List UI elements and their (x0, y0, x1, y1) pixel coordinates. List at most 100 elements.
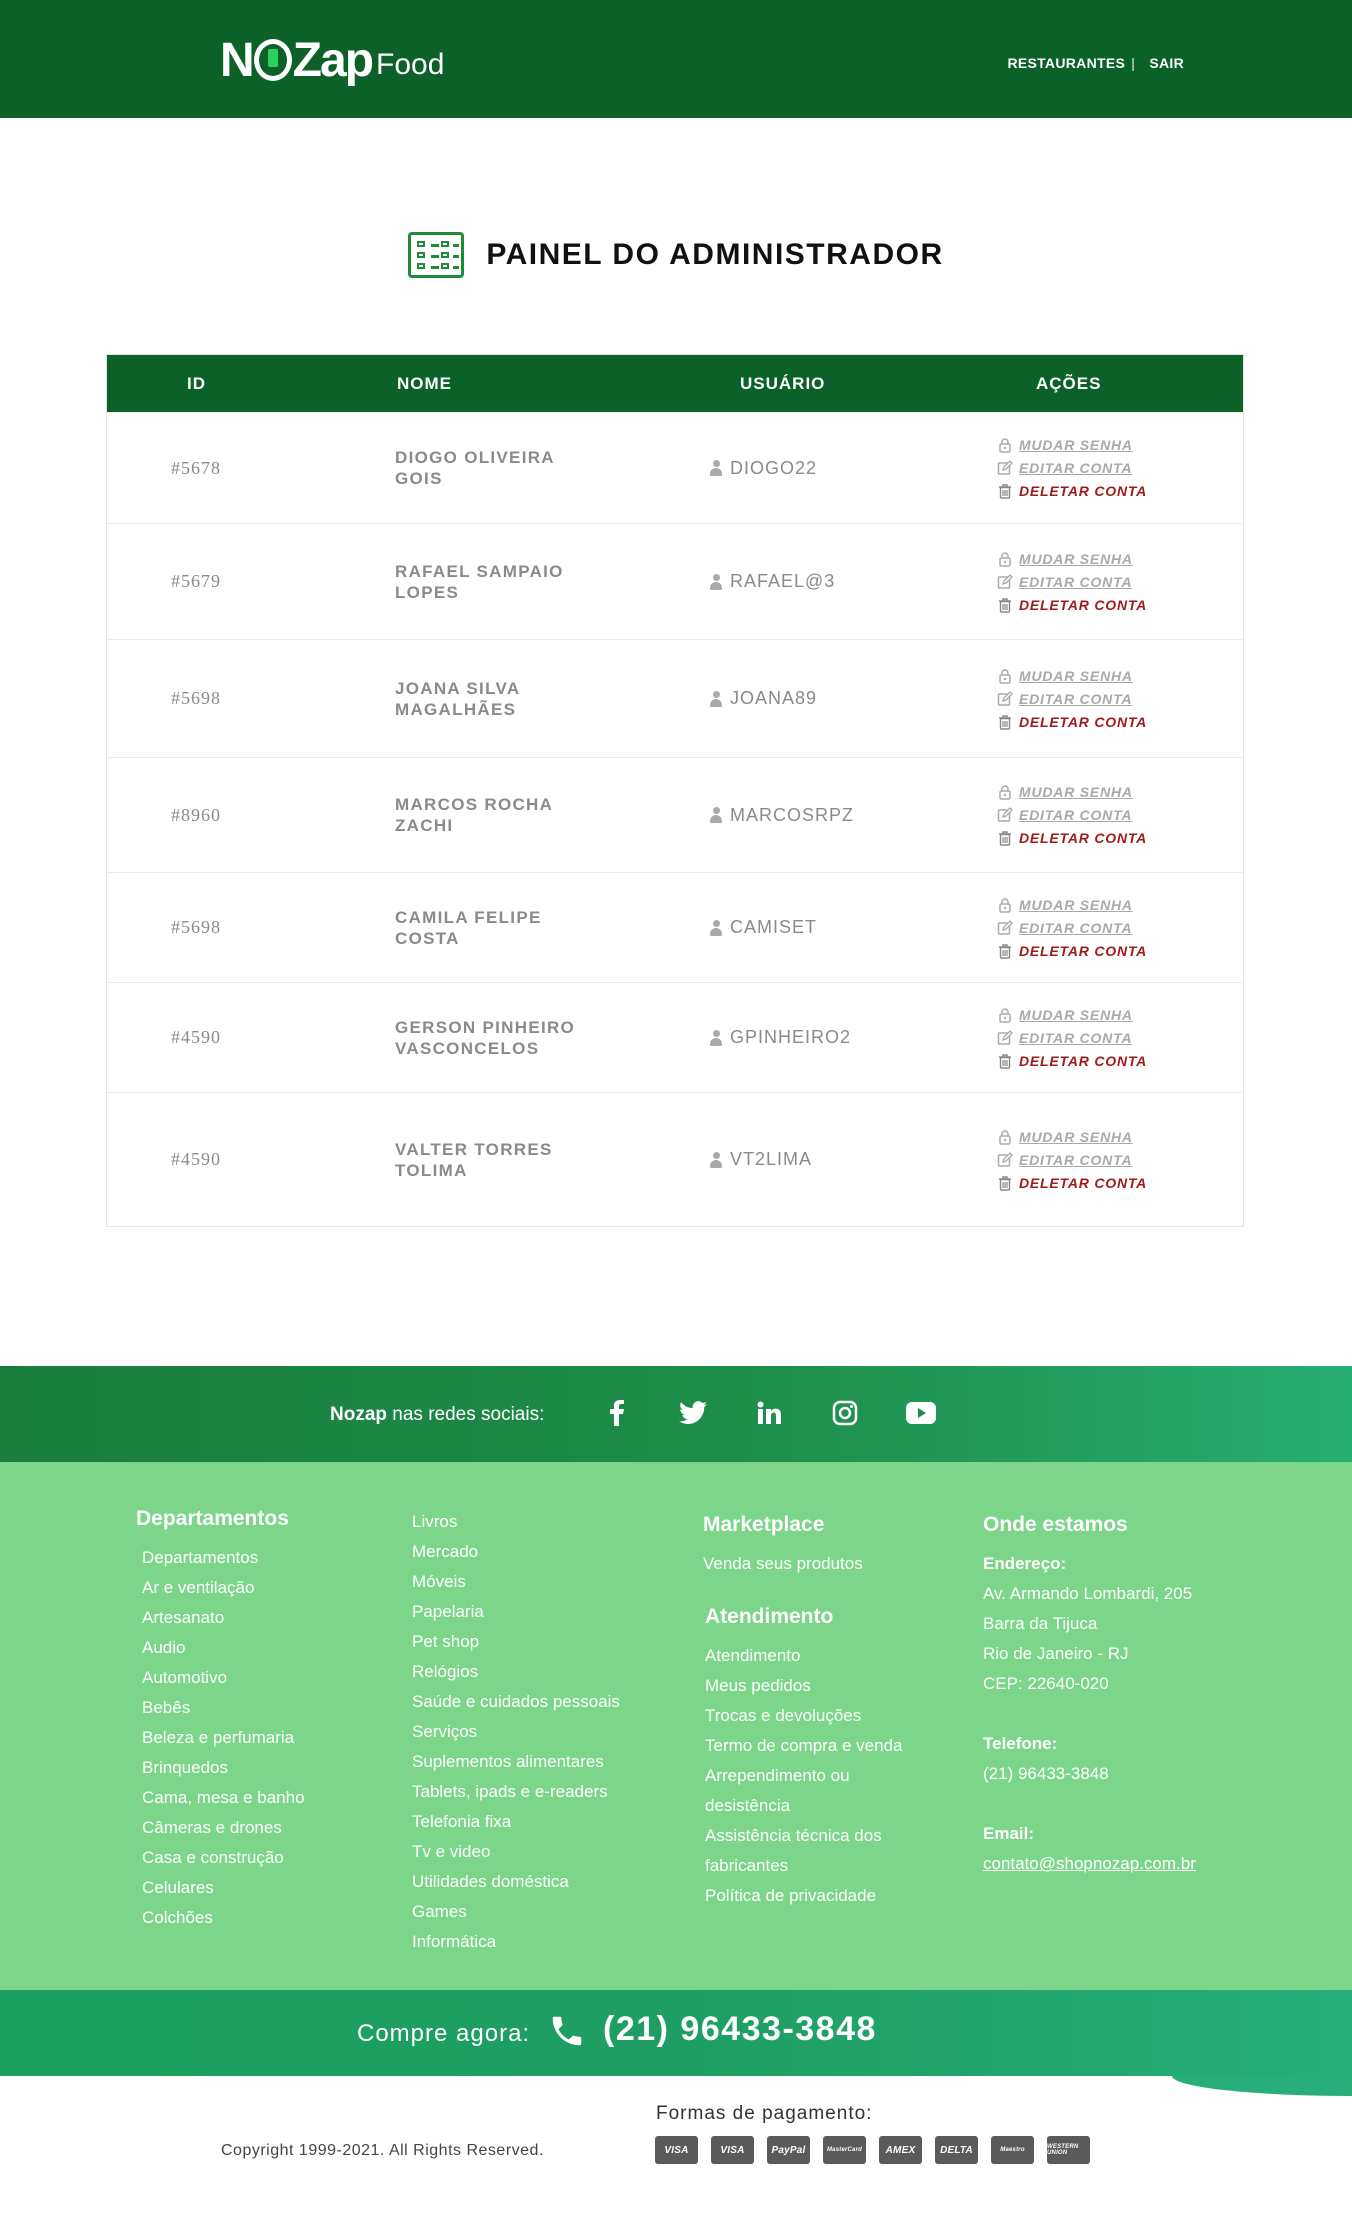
action-label: EDITAR CONTA (1019, 1029, 1133, 1046)
footer-link[interactable]: Departamentos (142, 1543, 305, 1573)
payment-badge: AMEX (879, 2136, 922, 2164)
action-label: EDITAR CONTA (1019, 573, 1133, 590)
row-id: #4590 (171, 1027, 221, 1047)
edit-account-link[interactable]: EDITAR CONTA (997, 920, 1147, 936)
footer-departamentos-col1: Departamentos Departamentos Ar e ventilaç… (136, 1507, 305, 1933)
address-line: Barra da Tijuca (983, 1614, 1098, 1633)
footer-link[interactable]: Venda seus produtos (703, 1549, 923, 1579)
main-nav: RESTAURANTES | SAIR (1007, 55, 1184, 71)
table-row: #5698 JOANA SILVA MAGALHÃES JOANA89 MUDA… (107, 639, 1243, 757)
edit-account-link[interactable]: EDITAR CONTA (997, 574, 1147, 590)
footer-link[interactable]: Automotivo (142, 1663, 305, 1693)
page-title-row: PAINEL DO ADMINISTRADOR (0, 232, 1352, 278)
footer-departamentos-list2: Livros Mercado Móveis Papelaria Pet shop Reló… (412, 1507, 620, 1957)
edit-icon (997, 919, 1013, 935)
footer-link[interactable]: Câmeras e drones (142, 1813, 305, 1843)
edit-account-link[interactable]: EDITAR CONTA (997, 1030, 1147, 1046)
delete-account-link[interactable]: DELETAR CONTA (997, 943, 1147, 959)
change-password-link[interactable]: MUDAR SENHA (997, 668, 1147, 684)
footer-link[interactable]: Informática (412, 1927, 620, 1957)
action-label: EDITAR CONTA (1019, 1151, 1133, 1168)
linkedin-icon[interactable] (752, 1396, 786, 1430)
row-name: JOANA SILVA MAGALHÃES (287, 678, 612, 720)
delete-account-link[interactable]: DELETAR CONTA (997, 483, 1147, 499)
delete-account-link[interactable]: DELETAR CONTA (997, 597, 1147, 613)
row-name-text: RAFAEL SAMPAIO LOPES (395, 561, 564, 602)
footer-email-link[interactable]: contato@shopnozap.com.br (983, 1849, 1243, 1879)
footer-link[interactable]: Utilidades doméstica (412, 1867, 620, 1897)
footer-link[interactable]: Trocas e devoluções (705, 1701, 923, 1731)
edit-account-link[interactable]: EDITAR CONTA (997, 460, 1147, 476)
footer-link[interactable]: Livros (412, 1507, 620, 1537)
footer-link[interactable]: Brinquedos (142, 1753, 305, 1783)
action-label: DELETAR CONTA (1019, 1052, 1148, 1069)
footer-link[interactable]: Arrependimento ou desistência (705, 1761, 923, 1821)
footer-link[interactable]: Atendimento (705, 1641, 923, 1671)
logo[interactable]: N Zap Food (220, 30, 444, 90)
delete-account-link[interactable]: DELETAR CONTA (997, 1053, 1147, 1069)
row-name-text: JOANA SILVA MAGALHÃES (395, 678, 520, 719)
nav-separator: | (1131, 55, 1136, 71)
footer-link[interactable]: Móveis (412, 1567, 620, 1597)
footer-link[interactable]: Beleza e perfumaria (142, 1723, 305, 1753)
change-password-link[interactable]: MUDAR SENHA (997, 437, 1147, 453)
facebook-icon[interactable] (600, 1396, 634, 1430)
delete-account-link[interactable]: DELETAR CONTA (997, 1175, 1147, 1191)
footer-link[interactable]: Meus pedidos (705, 1671, 923, 1701)
change-password-link[interactable]: MUDAR SENHA (997, 784, 1147, 800)
footer-link[interactable]: Mercado (412, 1537, 620, 1567)
footer-main: Departamentos Departamentos Ar e ventilaç… (0, 1462, 1352, 1990)
edit-account-link[interactable]: EDITAR CONTA (997, 1152, 1147, 1168)
decorative-curve (1172, 2076, 1352, 2096)
table-row: #5698 CAMILA FELIPE COSTA CAMISET MUDAR … (107, 872, 1243, 982)
top-bar: N Zap Food RESTAURANTES | SAIR (0, 0, 1352, 118)
youtube-icon[interactable] (904, 1396, 938, 1430)
delete-account-link[interactable]: DELETAR CONTA (997, 714, 1147, 730)
change-password-link[interactable]: MUDAR SENHA (997, 897, 1147, 913)
table-row: #5678 DIOGO OLIVEIRA GOIS DIOGO22 MUDAR … (107, 412, 1243, 523)
footer-link[interactable]: Artesanato (142, 1603, 305, 1633)
footer-link[interactable]: Termo de compra e venda (705, 1731, 923, 1761)
edit-icon (997, 460, 1013, 475)
row-name: GERSON PINHEIRO VASCONCELOS (287, 1017, 612, 1059)
footer-link[interactable]: Relógios (412, 1657, 620, 1687)
row-actions: MUDAR SENHA EDITAR CONTA DELETAR CONTA (912, 1129, 1147, 1191)
change-password-link[interactable]: MUDAR SENHA (997, 1129, 1147, 1145)
change-password-link[interactable]: MUDAR SENHA (997, 551, 1147, 567)
change-password-link[interactable]: MUDAR SENHA (997, 1007, 1147, 1023)
footer-link[interactable]: Saúde e cuidados pessoais (412, 1687, 620, 1717)
row-user: DIOGO22 (612, 458, 912, 479)
payment-badge: Maestro (991, 2136, 1034, 2164)
footer-link[interactable]: Assistência técnica dos fabricantes (705, 1821, 923, 1881)
footer-link[interactable]: Tv e video (412, 1837, 620, 1867)
delete-account-link[interactable]: DELETAR CONTA (997, 830, 1147, 846)
footer-link[interactable]: Games (412, 1897, 620, 1927)
row-user: GPINHEIRO2 (612, 1027, 912, 1048)
footer-link[interactable]: Casa e construção (142, 1843, 305, 1873)
footer-link[interactable]: Ar e ventilação (142, 1573, 305, 1603)
footer-marketplace-title: Marketplace (703, 1513, 825, 1536)
phone-number[interactable]: (21) 96433-3848 (603, 2010, 877, 2049)
footer-link[interactable]: Cama, mesa e banho (142, 1783, 305, 1813)
nav-sair[interactable]: SAIR (1149, 55, 1184, 71)
footer-link[interactable]: Telefonia fixa (412, 1807, 620, 1837)
twitter-icon[interactable] (676, 1396, 710, 1430)
payment-badge: WESTERN UNION (1047, 2136, 1090, 2164)
footer-link[interactable]: Celulares (142, 1873, 305, 1903)
row-id: #5679 (171, 571, 221, 591)
edit-account-link[interactable]: EDITAR CONTA (997, 807, 1147, 823)
footer-link[interactable]: Colchões (142, 1903, 305, 1933)
nav-restaurantes[interactable]: RESTAURANTES (1007, 55, 1125, 71)
edit-account-link[interactable]: EDITAR CONTA (997, 691, 1147, 707)
footer-link[interactable]: Tablets, ipads e e-readers (412, 1777, 620, 1807)
footer-link[interactable]: Audio (142, 1633, 305, 1663)
footer-link[interactable]: Suplementos alimentares (412, 1747, 620, 1777)
footer-link[interactable]: Política de privacidade (705, 1881, 923, 1911)
instagram-icon[interactable] (828, 1396, 862, 1430)
footer-link[interactable]: Pet shop (412, 1627, 620, 1657)
footer-link[interactable]: Bebês (142, 1693, 305, 1723)
footer-link[interactable]: Papelaria (412, 1597, 620, 1627)
lock-icon (999, 668, 1011, 684)
footer-link[interactable]: Serviços (412, 1717, 620, 1747)
header-id: ID (187, 373, 206, 393)
